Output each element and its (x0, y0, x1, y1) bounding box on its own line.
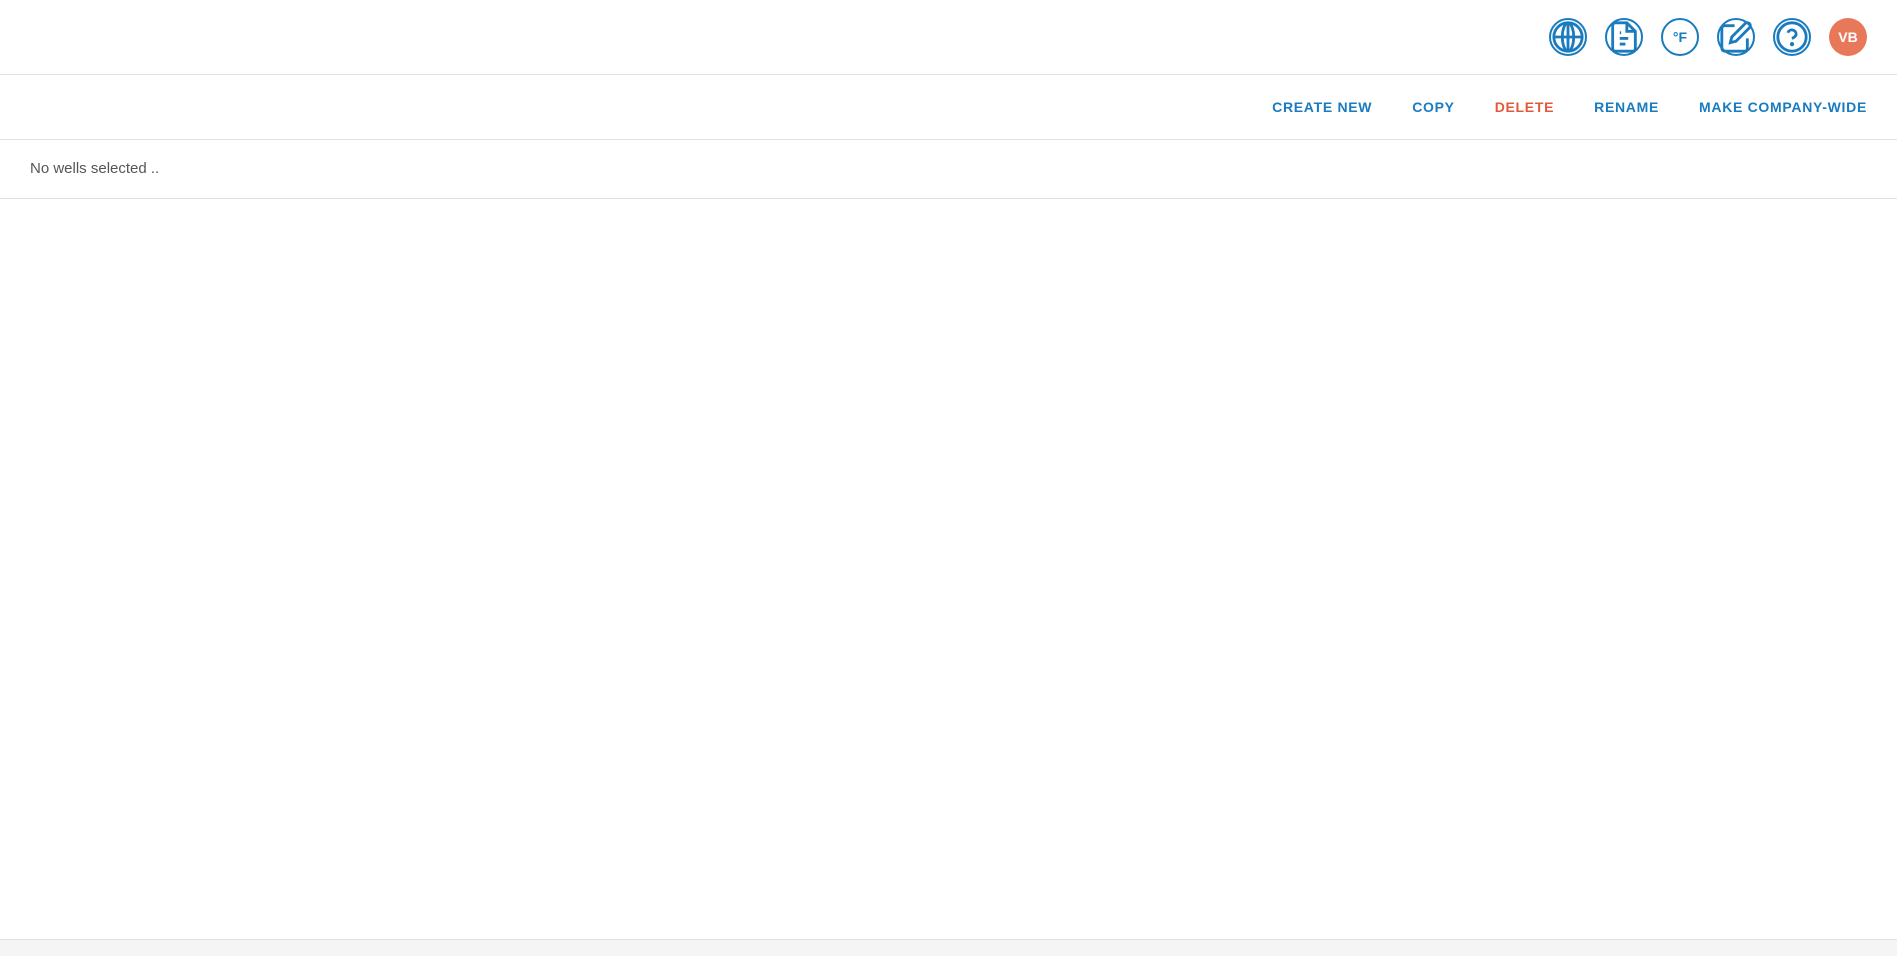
no-wells-text: No wells selected .. (30, 160, 159, 177)
rename-button[interactable]: RENAME (1594, 99, 1659, 115)
document-icon[interactable] (1605, 18, 1643, 56)
top-bar-icons: °F VB (1549, 18, 1867, 56)
main-content: No wells selected .. (0, 140, 1897, 940)
create-new-button[interactable]: CREATE NEW (1272, 99, 1372, 115)
toolbar: CREATE NEW COPY DELETE RENAME MAKE COMPA… (0, 75, 1897, 140)
make-company-wide-button[interactable]: MAKE COMPANY-WIDE (1699, 99, 1867, 115)
help-icon[interactable] (1773, 18, 1811, 56)
no-wells-row: No wells selected .. (0, 140, 1897, 199)
copy-button[interactable]: COPY (1412, 99, 1454, 115)
edit-icon[interactable] (1717, 18, 1755, 56)
user-avatar[interactable]: VB (1829, 18, 1867, 56)
delete-button[interactable]: DELETE (1495, 99, 1554, 115)
globe-icon[interactable] (1549, 18, 1587, 56)
temperature-icon[interactable]: °F (1661, 18, 1699, 56)
top-bar: °F VB (0, 0, 1897, 75)
avatar-initials: VB (1838, 29, 1857, 45)
